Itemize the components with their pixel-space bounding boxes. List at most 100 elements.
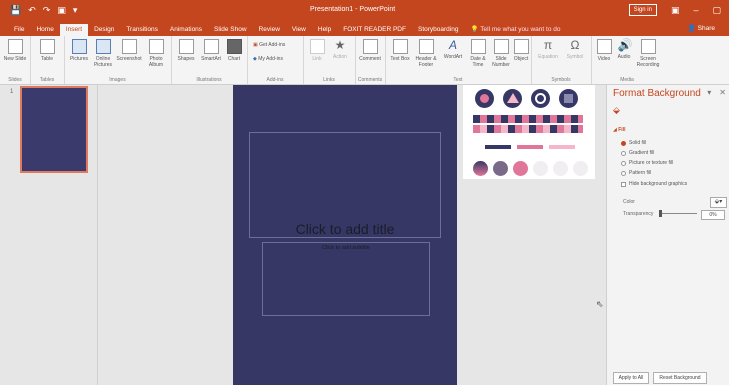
tab-home[interactable]: Home	[30, 24, 59, 36]
my-addins-button[interactable]: ◆ My Add-ins	[253, 56, 283, 62]
palette-dot-mauve	[493, 161, 508, 176]
slide[interactable]: Click to add title Click to add subtitle	[233, 85, 457, 385]
text-box-button[interactable]: Text Box	[389, 39, 411, 62]
slides-panel: 1	[0, 85, 98, 385]
smartart-icon	[203, 39, 219, 54]
group-label: Links	[323, 77, 335, 83]
action-button[interactable]: ★ Action	[330, 39, 350, 61]
ribbon-display-icon[interactable]: ▣	[671, 5, 680, 16]
link-button[interactable]: Link	[307, 39, 327, 62]
tab-view[interactable]: View	[286, 24, 312, 36]
pane-title: Format Background	[613, 88, 701, 99]
customize-qat-icon[interactable]: ▾	[73, 5, 78, 16]
audio-button[interactable]: 🔊 Audio	[615, 39, 633, 61]
tab-storyboarding[interactable]: Storyboarding	[412, 24, 464, 36]
screenshot-button[interactable]: Screenshot	[116, 39, 142, 62]
palette-triangle-row-1	[473, 115, 583, 123]
subtitle-placeholder[interactable]: Click to add subtitle	[262, 242, 430, 316]
tell-me-search[interactable]: 💡 Tell me what you want to do	[464, 24, 566, 36]
present-icon[interactable]: ▣	[57, 5, 66, 16]
tab-insert[interactable]: Insert	[59, 24, 89, 36]
color-palette-image[interactable]	[463, 85, 595, 179]
slide-number-button[interactable]: Slide Number	[491, 39, 511, 68]
chart-button[interactable]: Chart	[225, 39, 243, 62]
palette-circle-navy	[475, 89, 494, 108]
pane-options-icon[interactable]: ▾	[707, 88, 711, 97]
tab-slide-show[interactable]: Slide Show	[208, 24, 253, 36]
maximize-icon[interactable]: ▢	[712, 5, 721, 16]
tab-foxit[interactable]: FOXIT READER PDF	[337, 24, 412, 36]
date-time-icon	[470, 39, 486, 54]
online-pictures-button[interactable]: Online Pictures	[92, 39, 114, 68]
paint-bucket-icon: ⬙▾	[714, 199, 723, 205]
get-addins-button[interactable]: ▣ Get Add-ins	[253, 42, 285, 48]
wordart-icon: A	[448, 38, 457, 52]
pattern-fill-radio[interactable]	[621, 170, 626, 176]
group-label: Media	[620, 77, 634, 83]
omega-icon: Ω	[570, 38, 580, 52]
shapes-button[interactable]: Shapes	[175, 39, 197, 62]
photo-album-button[interactable]: Photo Album	[144, 39, 168, 68]
gradient-fill-radio[interactable]	[621, 150, 626, 156]
pattern-fill-option[interactable]: Pattern fill	[621, 170, 651, 176]
tab-file[interactable]: File	[8, 24, 30, 36]
group-label: Illustrations	[196, 77, 222, 83]
slide-number-label: 1	[10, 89, 14, 95]
sign-in-button[interactable]: Sign in	[628, 4, 657, 16]
equation-button[interactable]: π Equation	[535, 39, 561, 61]
wordart-button[interactable]: A WordArt	[441, 38, 465, 61]
minimize-icon[interactable]: –	[693, 5, 698, 15]
picture-fill-radio[interactable]	[621, 160, 626, 166]
title-placeholder[interactable]: Click to add title	[249, 132, 441, 238]
comment-button[interactable]: Comment	[357, 39, 383, 62]
online-pictures-icon	[95, 39, 111, 54]
color-picker-button[interactable]: ⬙▾	[710, 197, 727, 208]
tab-review[interactable]: Review	[253, 24, 286, 36]
object-button[interactable]: Object	[511, 39, 531, 62]
date-time-button[interactable]: Date & Time	[467, 39, 489, 68]
palette-circle-ring	[531, 89, 550, 108]
window-controls: Sign in ▣ – ▢	[628, 4, 721, 16]
save-icon[interactable]: 💾	[10, 5, 21, 16]
screen-recording-button[interactable]: Screen Recording	[635, 39, 661, 68]
text-box-icon	[392, 39, 408, 54]
symbol-button[interactable]: Ω Symbol	[563, 38, 587, 61]
hide-graphics-checkbox[interactable]	[621, 181, 626, 187]
pane-close-icon[interactable]: ✕	[719, 88, 726, 97]
fill-bucket-icon[interactable]: ⬙	[613, 105, 620, 116]
screen-recording-icon	[640, 39, 656, 54]
share-button[interactable]: 👤 Share	[688, 24, 715, 32]
table-button[interactable]: Table	[37, 39, 57, 62]
transparency-slider-track[interactable]	[661, 213, 697, 214]
hide-graphics-option[interactable]: Hide background graphics	[621, 181, 687, 187]
smartart-button[interactable]: SmartArt	[199, 39, 223, 62]
slide-number-icon	[493, 39, 509, 54]
header-footer-button[interactable]: Header & Footer	[413, 39, 439, 68]
undo-icon[interactable]: ↶	[28, 5, 36, 16]
gradient-fill-option[interactable]: Gradient fill	[621, 150, 654, 156]
redo-icon[interactable]: ↷	[43, 5, 51, 16]
palette-dot-pale-1	[533, 161, 548, 176]
solid-fill-option[interactable]: Solid fill	[621, 140, 646, 146]
tab-design[interactable]: Design	[88, 24, 120, 36]
fill-section-header[interactable]: ◢ Fill	[613, 127, 625, 133]
solid-fill-radio[interactable]	[621, 140, 626, 146]
slide-thumbnail[interactable]	[20, 86, 88, 173]
palette-swatch-light-pink	[549, 145, 575, 149]
pictures-button[interactable]: Pictures	[68, 39, 90, 62]
subtitle-placeholder-text: Click to add subtitle	[322, 245, 370, 251]
table-icon	[39, 39, 55, 54]
reset-background-button[interactable]: Reset Background	[653, 372, 707, 384]
photo-album-icon	[148, 39, 164, 54]
tab-animations[interactable]: Animations	[164, 24, 208, 36]
tab-transitions[interactable]: Transitions	[120, 24, 164, 36]
tab-help[interactable]: Help	[312, 24, 337, 36]
transparency-input[interactable]: 0%	[701, 210, 725, 220]
picture-fill-option[interactable]: Picture or texture fill	[621, 160, 673, 166]
video-button[interactable]: Video	[595, 39, 613, 62]
transparency-slider-handle[interactable]	[659, 210, 662, 217]
palette-circle-mountain	[503, 89, 522, 108]
new-slide-button[interactable]: New Slide	[3, 39, 27, 62]
apply-to-all-button[interactable]: Apply to All	[613, 372, 649, 384]
document-title: Presentation1 - PowerPoint	[310, 6, 396, 13]
